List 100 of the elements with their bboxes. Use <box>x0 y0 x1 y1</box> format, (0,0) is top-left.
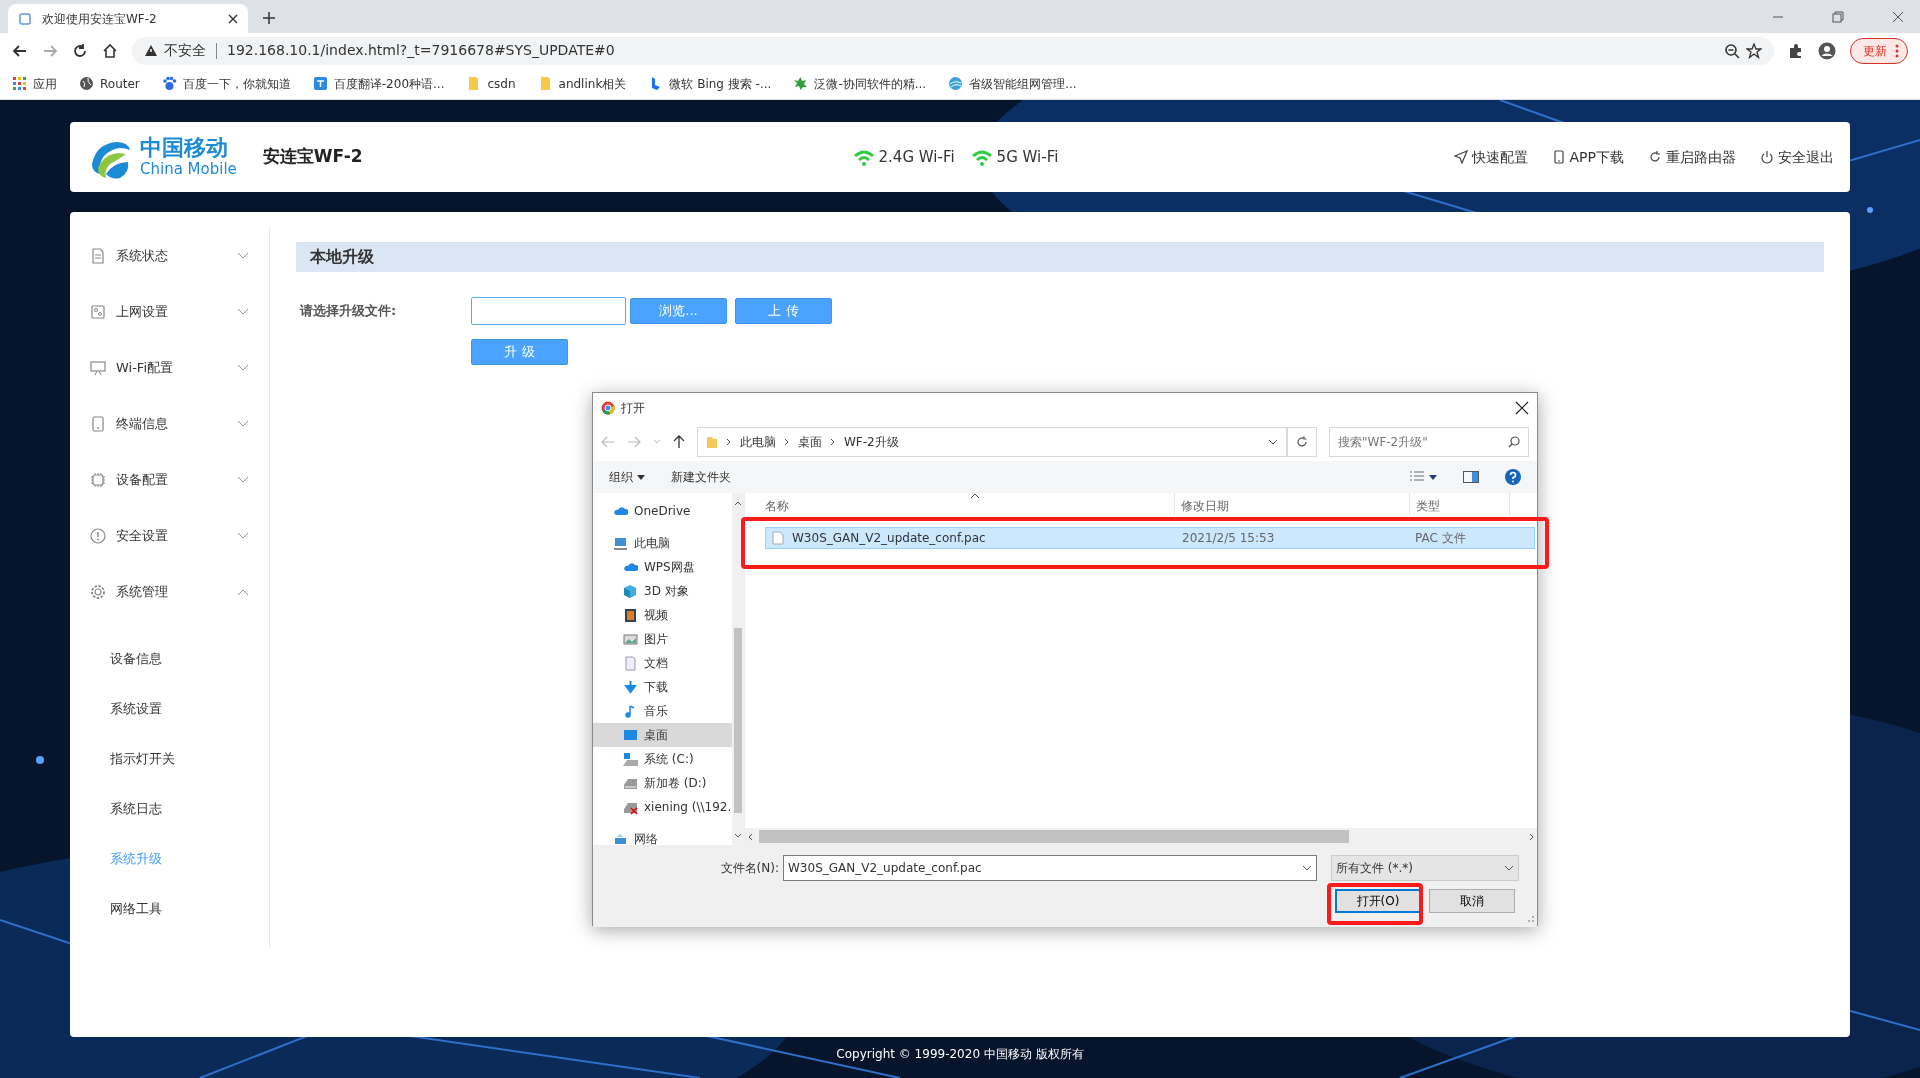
address-bar[interactable]: 此电脑 桌面 WF-2升级 <box>697 427 1287 457</box>
bookmark-link[interactable]: 微软 Bing 搜索 -... <box>648 74 772 93</box>
caret-icon[interactable] <box>1268 439 1278 445</box>
nav-item[interactable]: WPS网盘 <box>593 555 732 579</box>
bookmark-link[interactable]: andlink相关 <box>537 74 627 93</box>
download-icon <box>623 679 638 695</box>
sidebar-item[interactable]: Wi-Fi配置 <box>70 340 269 396</box>
file-icon <box>772 531 784 545</box>
chevron-icon <box>830 438 836 446</box>
sidebar-subitem[interactable]: 系统日志 <box>70 784 269 834</box>
search-field[interactable]: 搜索"WF-2升级" <box>1329 427 1529 457</box>
breadcrumb-item[interactable]: 此电脑 <box>740 433 776 451</box>
account-icon[interactable] <box>1818 41 1836 60</box>
sidebar-subitem[interactable]: 系统设置 <box>70 684 269 734</box>
refresh-button[interactable] <box>1287 427 1317 457</box>
nav-item[interactable]: 下载 <box>593 675 732 699</box>
sidebar-subitem[interactable]: 网络工具 <box>70 884 269 934</box>
close-icon[interactable] <box>228 13 238 24</box>
cube-icon <box>623 583 638 599</box>
nav-item[interactable]: 3D 对象 <box>593 579 732 603</box>
field-label: 请选择升级文件: <box>298 302 398 321</box>
monitor-icon <box>90 360 106 376</box>
scrollbar-thumb[interactable] <box>759 830 1349 843</box>
folder-icon <box>706 435 718 449</box>
zoom-out-icon[interactable] <box>1724 42 1740 59</box>
send-icon <box>1453 150 1468 164</box>
nav-item[interactable]: 音乐 <box>593 699 732 723</box>
chevron-down-icon <box>237 476 249 484</box>
chevron-down-icon <box>237 308 249 316</box>
globe-icon <box>79 76 94 91</box>
bookmark-link[interactable]: csdn <box>466 74 516 93</box>
sidebar-subitem[interactable]: 设备信息 <box>70 634 269 684</box>
breadcrumb-item[interactable]: WF-2升级 <box>844 433 899 451</box>
sidebar-item[interactable]: 终端信息 <box>70 396 269 452</box>
nav-item[interactable]: OneDrive <box>593 499 732 523</box>
open-button[interactable]: 打开(O) <box>1335 889 1421 913</box>
sidebar-item[interactable]: 设备配置 <box>70 452 269 508</box>
nav-item[interactable]: 文档 <box>593 651 732 675</box>
nav-item[interactable]: 新加卷 (D:) <box>593 771 732 795</box>
help-icon[interactable] <box>1505 469 1521 485</box>
column-header[interactable]: 类型 <box>1416 497 1440 515</box>
url-text[interactable]: 192.168.10.1/index.html?_t=7916678#SYS_UPDATE#0 <box>227 40 615 61</box>
restore-icon[interactable] <box>1832 10 1844 23</box>
caret-icon <box>637 474 645 480</box>
preview-pane-icon[interactable] <box>1463 471 1479 483</box>
nav-item[interactable]: 桌面 <box>593 723 732 747</box>
home-icon[interactable] <box>102 42 118 59</box>
header-link[interactable]: 快速配置 <box>1453 146 1528 168</box>
up-arrow-icon[interactable] <box>673 435 685 449</box>
scrollbar-thumb[interactable] <box>734 628 742 813</box>
nav-item[interactable]: 系统 (C:) <box>593 747 732 771</box>
sidebar-item[interactable]: 系统管理 <box>70 564 269 620</box>
cancel-button[interactable]: 取消 <box>1429 889 1515 913</box>
browser-tab[interactable]: 欢迎使用安连宝WF-2 <box>8 4 248 33</box>
sidebar-item[interactable]: 安全设置 <box>70 508 269 564</box>
nav-item[interactable]: xiening (\\192. <box>593 795 732 819</box>
image-icon <box>623 631 638 647</box>
header-link[interactable]: 重启路由器 <box>1648 146 1736 168</box>
filename-field[interactable]: W30S_GAN_V2_update_conf.pac <box>783 855 1317 881</box>
bookmark-link[interactable]: 百度翻译-200种语... <box>312 74 445 93</box>
sidebar-subitem[interactable]: 指示灯开关 <box>70 734 269 784</box>
header-link[interactable]: 安全退出 <box>1760 146 1834 168</box>
resize-grip-icon <box>1525 913 1535 923</box>
puzzle-icon[interactable] <box>1788 42 1804 59</box>
nav-item[interactable]: 视频 <box>593 603 732 627</box>
paw-icon <box>161 76 177 91</box>
caret-icon[interactable] <box>1429 474 1437 480</box>
star-icon[interactable] <box>1746 42 1762 59</box>
sidebar-item[interactable]: 系统状态 <box>70 228 269 284</box>
computer-icon <box>613 535 628 551</box>
wifi-label: 2.4G Wi-Fi <box>878 146 955 168</box>
toolbar-menu[interactable]: 组织 <box>609 468 645 486</box>
breadcrumb-item[interactable]: 桌面 <box>798 433 822 451</box>
nav-item[interactable]: 此电脑 <box>593 531 732 555</box>
new-tab-icon[interactable] <box>262 11 276 25</box>
bookmark-link[interactable]: 泛微-协同软件的精... <box>793 74 927 93</box>
product-name: 安连宝WF-2 <box>262 145 363 169</box>
bookmark-link[interactable]: 省级智能组网管理... <box>948 74 1077 93</box>
toolbar-button[interactable]: 新建文件夹 <box>671 468 731 486</box>
section-title: 本地升级 <box>296 242 1824 272</box>
close-icon[interactable] <box>1515 401 1529 415</box>
header-link[interactable]: APP下载 <box>1551 146 1624 168</box>
file-path-field[interactable] <box>471 297 626 325</box>
file-row[interactable]: W30S_GAN_V2_update_conf.pac 2021/2/5 15:53 PAC 文件 <box>765 527 1535 549</box>
back-icon[interactable] <box>12 42 28 59</box>
chevron-down-icon <box>237 252 249 260</box>
bookmark-link[interactable]: Router <box>79 74 140 93</box>
sidebar-item[interactable]: 上网设置 <box>70 284 269 340</box>
bookmark-link[interactable]: 百度一下，你就知道 <box>161 74 291 93</box>
reload-icon[interactable] <box>72 42 88 59</box>
bookmark-link[interactable]: 应用 <box>12 74 57 93</box>
chevron-down-icon <box>237 364 249 372</box>
alert-icon <box>90 528 106 544</box>
nav-item[interactable]: 图片 <box>593 627 732 651</box>
column-header[interactable]: 修改日期 <box>1181 497 1229 515</box>
update-button[interactable]: 更新 <box>1850 37 1908 64</box>
file-type-dropdown[interactable]: 所有文件 (*.*) <box>1331 855 1519 881</box>
nav-item[interactable]: 网络 <box>593 827 732 845</box>
column-header[interactable]: 名称 <box>765 497 789 515</box>
caret-icon <box>1302 865 1312 871</box>
